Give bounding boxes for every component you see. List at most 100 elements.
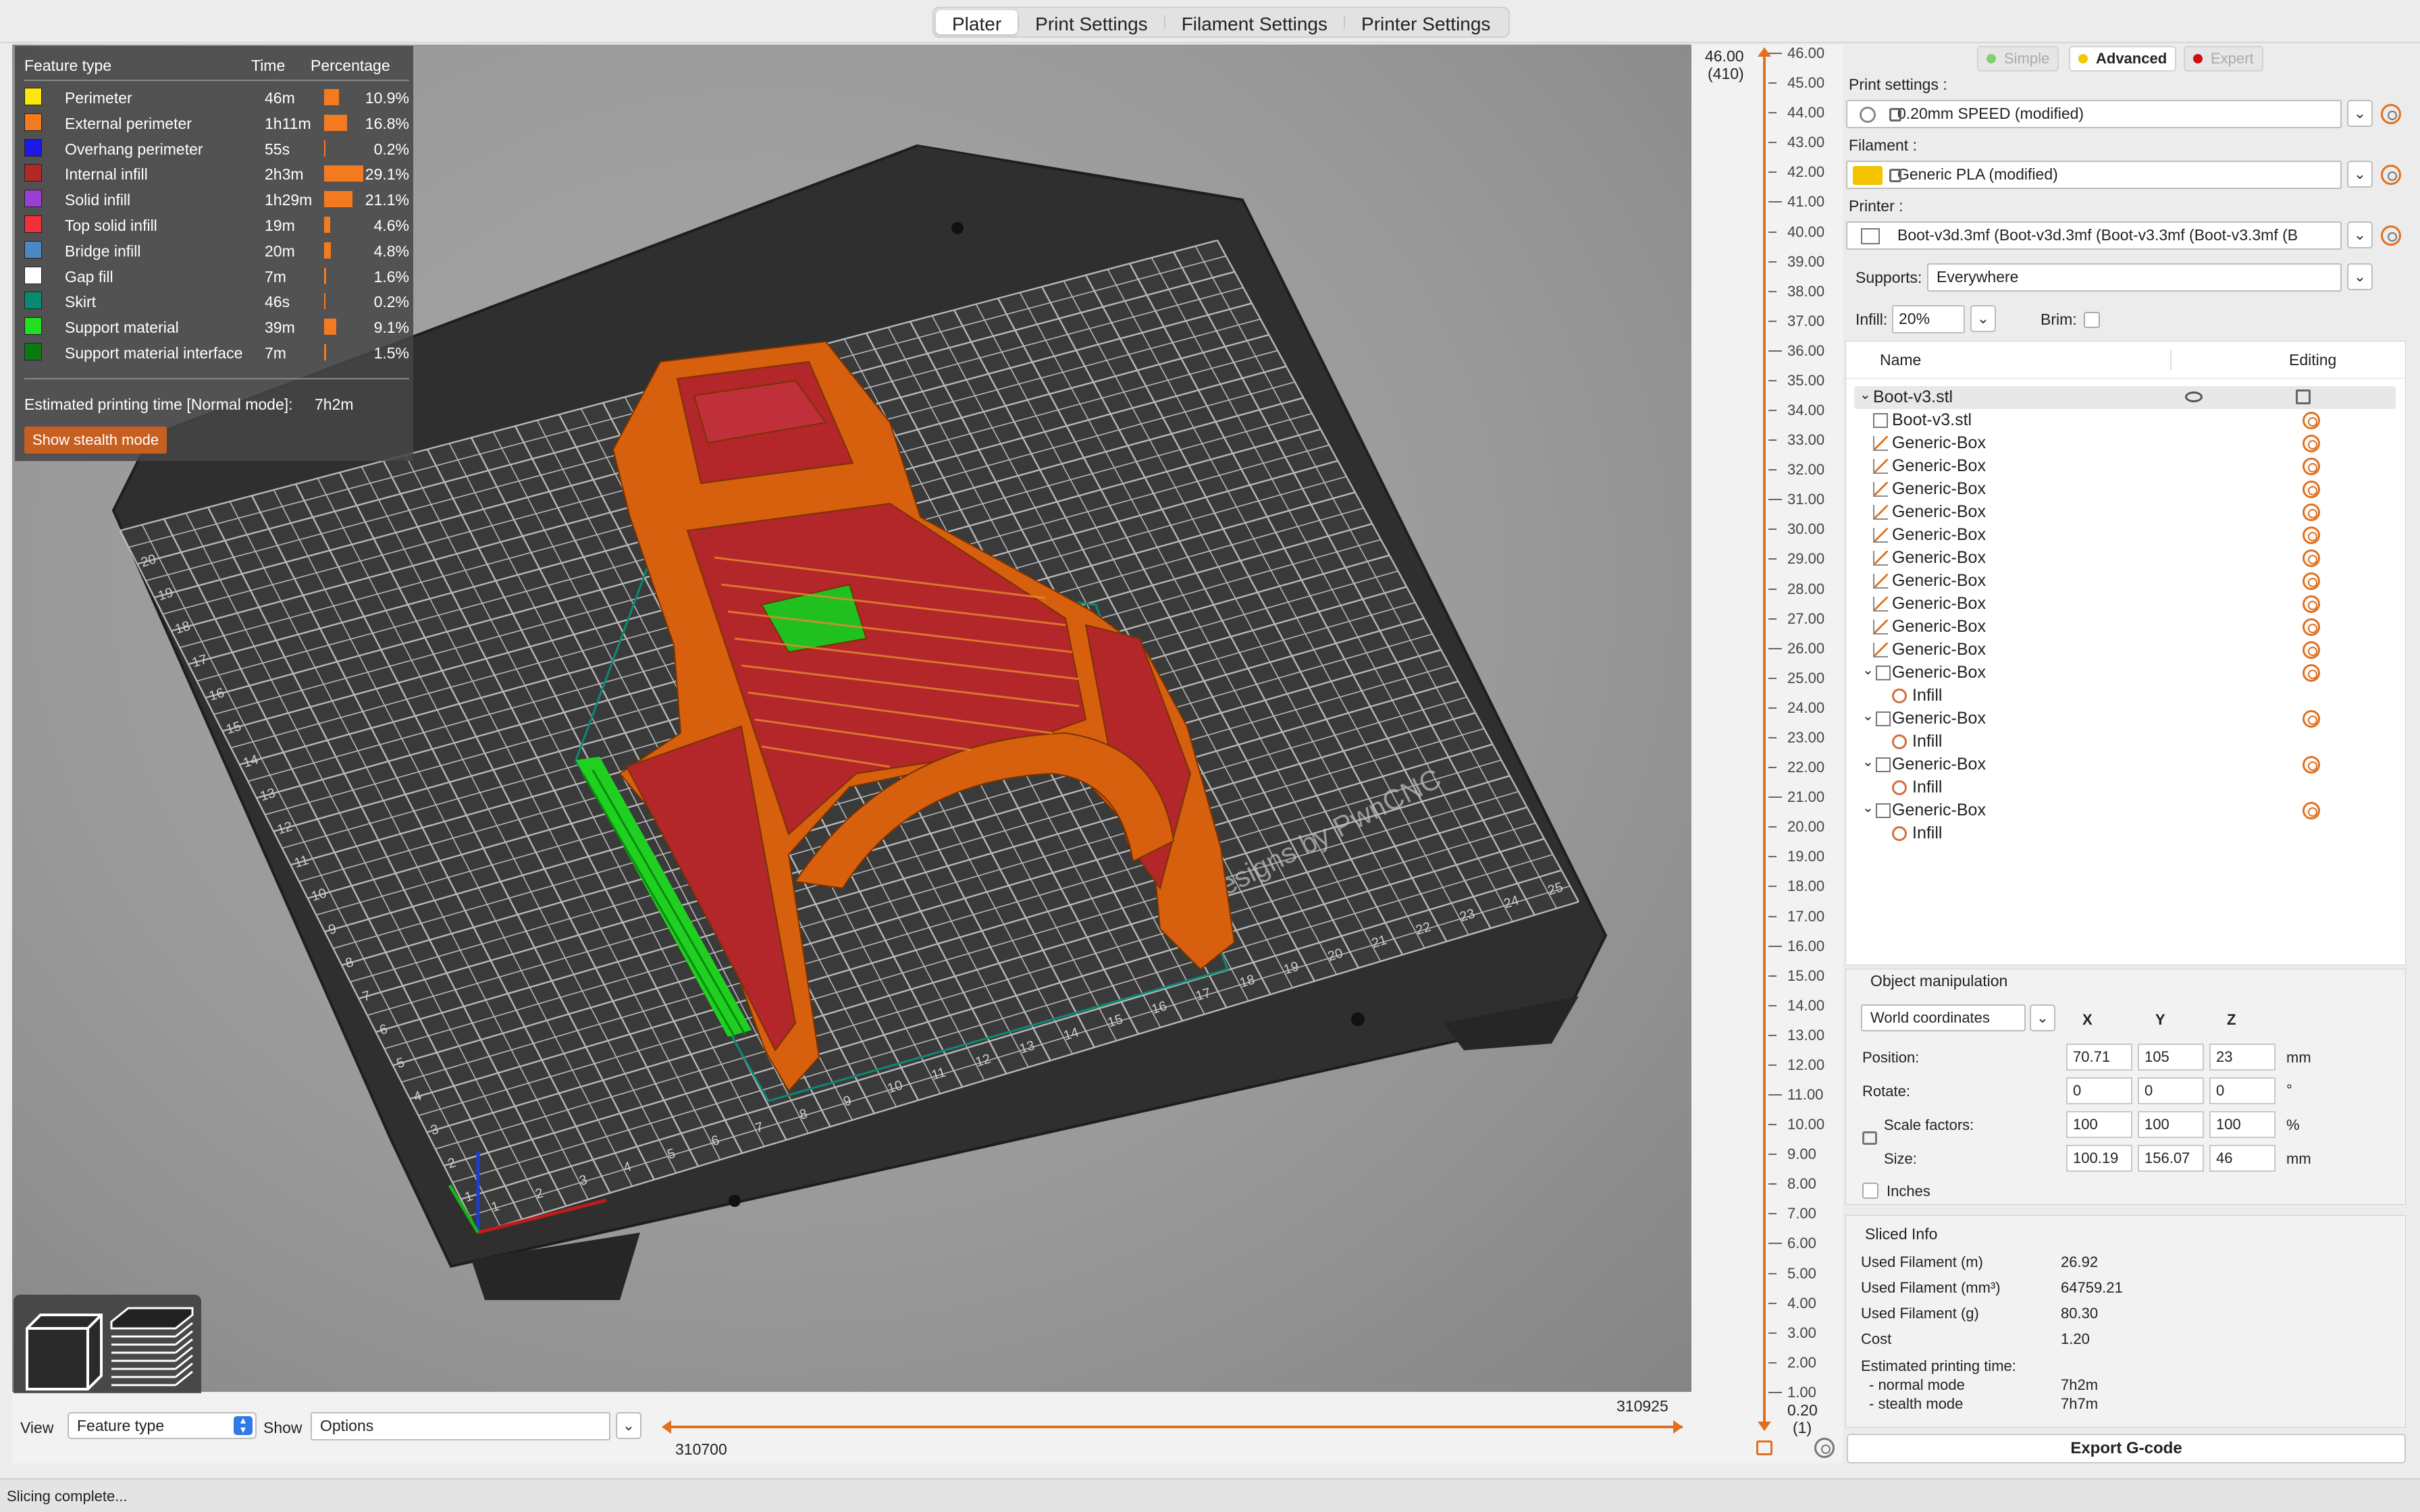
filament-edit-gear-icon[interactable] bbox=[2381, 165, 2401, 185]
view-select[interactable]: Feature type ▴ ▾ bbox=[68, 1412, 257, 1439]
layer-settings-gear-icon[interactable] bbox=[1814, 1438, 1835, 1458]
chevron-down-icon[interactable]: ⌄ bbox=[1862, 662, 1874, 678]
tree-item[interactable]: Boot-v3.stl bbox=[1846, 409, 2404, 432]
edit-settings-gear-icon[interactable] bbox=[2303, 664, 2320, 682]
edit-settings-gear-icon[interactable] bbox=[2303, 481, 2320, 498]
brim-checkbox[interactable] bbox=[2084, 312, 2100, 328]
tree-item[interactable]: Generic-Box bbox=[1846, 547, 2404, 570]
size-z-field[interactable]: 46 bbox=[2209, 1145, 2276, 1172]
tree-item[interactable]: Generic-Box bbox=[1846, 501, 2404, 524]
layer-slider-track[interactable] bbox=[1763, 53, 1766, 1430]
size-x-field[interactable]: 100.19 bbox=[2066, 1145, 2132, 1172]
tree-item[interactable]: Generic-Box bbox=[1846, 639, 2404, 662]
chevron-down-icon[interactable]: ⌄ bbox=[1860, 386, 1871, 403]
rotate-x-field[interactable]: 0 bbox=[2066, 1077, 2132, 1104]
tree-item[interactable]: ⌄ Generic-Box bbox=[1846, 799, 2404, 822]
filament-dropdown-button[interactable]: ⌄ bbox=[2347, 161, 2373, 188]
coordinates-select[interactable]: World coordinates bbox=[1861, 1004, 2026, 1031]
object-list[interactable]: Name Editing ⌄ Boot-v3.stl Boot-v3.stl Ge… bbox=[1845, 341, 2406, 965]
layer-tick-mark bbox=[1768, 1094, 1782, 1096]
tree-item[interactable]: Infill bbox=[1846, 776, 2404, 799]
edit-settings-gear-icon[interactable] bbox=[2303, 526, 2320, 544]
horizontal-slider-track[interactable] bbox=[668, 1426, 1683, 1428]
printer-select[interactable]: Boot-v3d.3mf (Boot-v3d.3mf (Boot-v3.3mf … bbox=[1846, 221, 2342, 250]
tree-item[interactable]: Generic-Box bbox=[1846, 478, 2404, 501]
export-gcode-button[interactable]: Export G-code bbox=[1847, 1434, 2406, 1463]
tab-filament-settings[interactable]: Filament Settings bbox=[1165, 10, 1344, 34]
tree-item[interactable]: Generic-Box bbox=[1846, 524, 2404, 547]
tree-item[interactable]: Generic-Box bbox=[1846, 455, 2404, 478]
printer-edit-gear-icon[interactable] bbox=[2381, 225, 2401, 246]
inches-checkbox[interactable] bbox=[1862, 1183, 1878, 1199]
edit-settings-gear-icon[interactable] bbox=[2303, 802, 2320, 819]
3d-view-icon[interactable] bbox=[26, 1314, 103, 1390]
scale-z-field[interactable]: 100 bbox=[2209, 1111, 2276, 1138]
chevron-down-icon[interactable]: ⌄ bbox=[1862, 799, 1874, 816]
tree-item[interactable]: Generic-Box bbox=[1846, 570, 2404, 593]
show-options-field[interactable]: Options bbox=[311, 1412, 610, 1440]
print-settings-edit-gear-icon[interactable] bbox=[2381, 104, 2401, 124]
supports-select[interactable]: Everywhere bbox=[1927, 263, 2342, 292]
show-stealth-mode-button[interactable]: Show stealth mode bbox=[24, 427, 167, 454]
rotate-z-field[interactable]: 0 bbox=[2209, 1077, 2276, 1104]
used-filament-mm3-label: Used Filament (mm³) bbox=[1861, 1279, 2001, 1296]
tree-item[interactable]: ⌄ Generic-Box bbox=[1846, 662, 2404, 684]
lock-icon[interactable] bbox=[1756, 1440, 1772, 1455]
size-y-field[interactable]: 156.07 bbox=[2138, 1145, 2204, 1172]
print-settings-select[interactable]: 0.20mm SPEED (modified) bbox=[1846, 100, 2342, 128]
layer-bottom-thumb[interactable] bbox=[1758, 1422, 1771, 1431]
layer-top-thumb[interactable] bbox=[1758, 47, 1771, 57]
coordinates-dropdown-button[interactable]: ⌄ bbox=[2030, 1004, 2055, 1031]
edit-settings-gear-icon[interactable] bbox=[2303, 756, 2320, 774]
tab-plater[interactable]: Plater bbox=[936, 10, 1018, 34]
hslider-right-thumb[interactable] bbox=[1673, 1420, 1683, 1434]
mode-simple[interactable]: Simple bbox=[1977, 46, 2059, 72]
layer-slider[interactable]: 46.00 (410) 46.00 45.00 44.00 43.00 42.00 41.… bbox=[1691, 45, 1843, 1463]
printer-dropdown-button[interactable]: ⌄ bbox=[2347, 221, 2373, 248]
edit-settings-gear-icon[interactable] bbox=[2303, 435, 2320, 452]
eye-icon[interactable] bbox=[2185, 392, 2203, 402]
edit-settings-gear-icon[interactable] bbox=[2303, 595, 2320, 613]
edit-settings-gear-icon[interactable] bbox=[2303, 641, 2320, 659]
infill-dropdown-button[interactable]: ⌄ bbox=[1970, 305, 1996, 332]
scale-x-field[interactable]: 100 bbox=[2066, 1111, 2132, 1138]
hslider-left-thumb[interactable] bbox=[662, 1420, 671, 1434]
preview-layers-icon[interactable] bbox=[110, 1307, 194, 1386]
edit-settings-gear-icon[interactable] bbox=[2303, 572, 2320, 590]
chevron-down-icon[interactable]: ⌄ bbox=[1862, 753, 1874, 770]
edit-settings-gear-icon[interactable] bbox=[2303, 458, 2320, 475]
scale-y-field[interactable]: 100 bbox=[2138, 1111, 2204, 1138]
tree-item[interactable]: ⌄ Generic-Box bbox=[1846, 753, 2404, 776]
mode-advanced[interactable]: Advanced bbox=[2069, 46, 2177, 72]
scale-unit: % bbox=[2286, 1116, 2300, 1133]
edit-settings-gear-icon[interactable] bbox=[2303, 412, 2320, 429]
edit-object-icon[interactable] bbox=[2296, 389, 2311, 404]
edit-settings-gear-icon[interactable] bbox=[2303, 618, 2320, 636]
position-y-field[interactable]: 105 bbox=[2138, 1044, 2204, 1071]
tree-item[interactable]: Infill bbox=[1846, 730, 2404, 753]
position-x-field[interactable]: 70.71 bbox=[2066, 1044, 2132, 1071]
mode-expert[interactable]: Expert bbox=[2184, 46, 2263, 72]
show-options-dropdown-button[interactable]: ⌄ bbox=[616, 1412, 641, 1439]
position-z-field[interactable]: 23 bbox=[2209, 1044, 2276, 1071]
tab-printer-settings[interactable]: Printer Settings bbox=[1345, 10, 1506, 34]
edit-settings-gear-icon[interactable] bbox=[2303, 504, 2320, 521]
tree-item[interactable]: Generic-Box bbox=[1846, 432, 2404, 455]
tree-item[interactable]: Generic-Box bbox=[1846, 593, 2404, 616]
rotate-y-field[interactable]: 0 bbox=[2138, 1077, 2204, 1104]
tree-item[interactable]: Infill bbox=[1846, 822, 2404, 845]
scale-lock-icon[interactable] bbox=[1862, 1131, 1877, 1145]
chevron-down-icon[interactable]: ⌄ bbox=[1862, 707, 1874, 724]
filament-select[interactable]: Generic PLA (modified) bbox=[1846, 161, 2342, 189]
print-settings-dropdown-button[interactable]: ⌄ bbox=[2347, 100, 2373, 127]
edit-settings-gear-icon[interactable] bbox=[2303, 710, 2320, 728]
tree-root-row[interactable]: ⌄ Boot-v3.stl bbox=[1854, 386, 2396, 409]
supports-dropdown-button[interactable]: ⌄ bbox=[2347, 263, 2373, 290]
tree-item[interactable]: Generic-Box bbox=[1846, 616, 2404, 639]
tree-item[interactable]: Infill bbox=[1846, 684, 2404, 707]
tab-print-settings[interactable]: Print Settings bbox=[1019, 10, 1164, 34]
layer-tick-mark bbox=[1768, 975, 1777, 977]
infill-field[interactable]: 20% bbox=[1892, 305, 1965, 333]
tree-item[interactable]: ⌄ Generic-Box bbox=[1846, 707, 2404, 730]
edit-settings-gear-icon[interactable] bbox=[2303, 549, 2320, 567]
